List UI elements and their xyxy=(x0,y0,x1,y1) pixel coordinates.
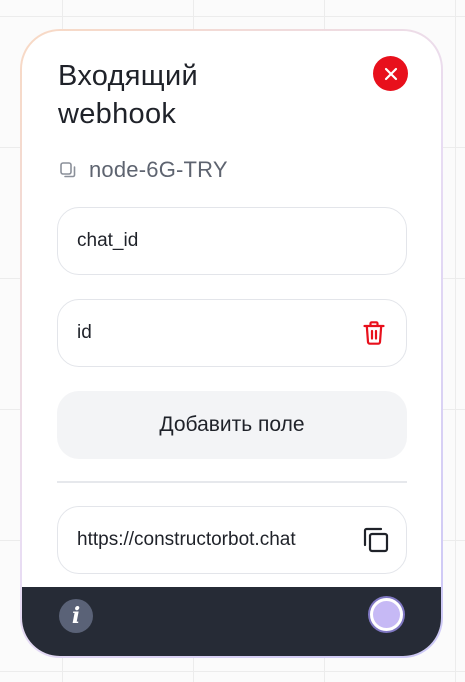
copy-url-button[interactable] xyxy=(360,524,392,556)
trash-icon xyxy=(363,321,385,345)
node-footer-bar: i xyxy=(22,587,441,656)
connector-handle[interactable] xyxy=(370,598,403,631)
webhook-url-field[interactable]: https://constructorbot.chat xyxy=(57,506,407,574)
copy-icon[interactable] xyxy=(59,161,77,179)
field-value: chat_id xyxy=(77,230,139,251)
webhook-node-card[interactable]: Входящий webhook node-6G-TRY chat_id id xyxy=(20,29,443,658)
webhook-url-value: https://constructorbot.chat xyxy=(77,529,296,550)
copy-icon xyxy=(363,527,389,553)
delete-field-button[interactable] xyxy=(360,319,388,347)
divider xyxy=(57,481,407,483)
info-icon[interactable]: i xyxy=(59,599,93,633)
variable-field-id[interactable]: id xyxy=(57,299,407,367)
node-id-row[interactable]: node-6G-TRY xyxy=(59,155,228,185)
close-icon xyxy=(384,67,397,80)
node-title: Входящий webhook xyxy=(58,60,198,130)
close-button[interactable] xyxy=(373,56,408,91)
variable-field-chat-id[interactable]: chat_id xyxy=(57,207,407,275)
node-id-label: node-6G-TRY xyxy=(89,157,228,182)
add-field-button[interactable]: Добавить поле xyxy=(57,391,407,459)
webhook-node-body: Входящий webhook node-6G-TRY chat_id id xyxy=(22,31,441,656)
field-value: id xyxy=(77,322,92,343)
